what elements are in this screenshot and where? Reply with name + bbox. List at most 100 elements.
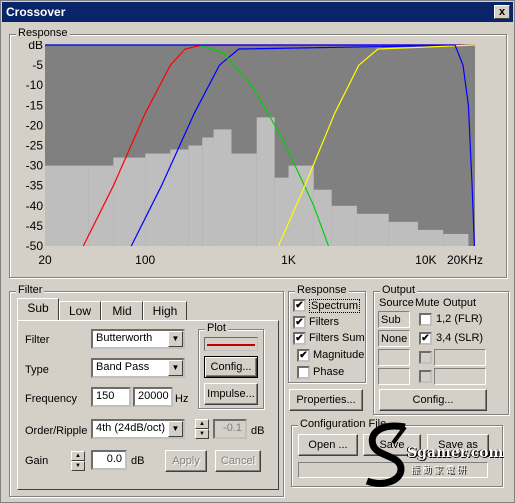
filters-label: Filters	[309, 316, 339, 328]
y-tick-label: -35	[26, 179, 44, 193]
type-select-value: Band Pass	[96, 361, 150, 373]
x-tick-label: 10K	[415, 253, 436, 267]
output-group-label: Output	[380, 284, 418, 296]
output-row-1-mute-checkbox[interactable]	[419, 313, 432, 326]
chevron-down-icon[interactable]: ▼	[168, 331, 183, 347]
filters-sum-checkbox[interactable]: ✔	[293, 332, 306, 345]
save-button[interactable]: Save	[363, 434, 421, 456]
output-row-4-source	[378, 368, 410, 385]
phase-label: Phase	[313, 366, 345, 378]
output-row-2-output-value: 3,4 (SLR)	[436, 332, 484, 344]
output-row-2-output[interactable]: 3,4 (SLR)	[434, 330, 486, 347]
gain-db-label: dB	[131, 455, 145, 467]
type-select[interactable]: Band Pass ▼	[91, 358, 185, 378]
output-row-3-mute-checkbox	[419, 351, 432, 364]
response-plot: dB -5 -10 -15 -20 -25 -30 -35 -40 -45 -50 20 100 1K 10…	[17, 38, 501, 271]
x-tick-label: 20KHz	[447, 253, 483, 267]
tab-sub[interactable]: Sub	[17, 298, 59, 320]
spectrum-bar	[45, 165, 89, 246]
config-file-group-label: Configuration File	[298, 418, 389, 430]
spectrum-bar	[274, 177, 289, 246]
impulse-button[interactable]: Impulse...	[204, 383, 258, 405]
output-row-1-source[interactable]: Sub	[378, 311, 410, 328]
title-bar: Crossover x	[2, 2, 513, 22]
output-row-1-output[interactable]: 1,2 (FLR)	[434, 311, 486, 328]
spin-up-icon[interactable]: ▲	[195, 419, 209, 429]
frequency-high-value: 20000	[138, 390, 169, 402]
spectrum-bar	[313, 189, 332, 246]
response-group-label: Response	[16, 27, 70, 39]
spectrum-bar	[331, 205, 357, 246]
spectrum-bar	[256, 117, 275, 246]
tab-mid-label: Mid	[112, 304, 132, 318]
spectrum-label: Spectrum	[309, 299, 361, 313]
frequency-low-input[interactable]: 150	[91, 387, 131, 407]
filter-select[interactable]: Butterworth ▼	[91, 329, 185, 349]
gain-input[interactable]: 0.0	[91, 450, 127, 470]
output-row-2-mute-checkbox[interactable]: ✔	[419, 332, 432, 345]
spectrum-checkbox[interactable]: ✔	[293, 299, 306, 312]
type-label: Type	[25, 364, 49, 376]
response-options-label: Response	[295, 284, 349, 296]
ripple-spinner[interactable]: ▲ ▼	[195, 419, 209, 439]
tab-high-label: High	[152, 304, 178, 318]
window-title: Crossover	[6, 5, 66, 19]
gain-label: Gain	[25, 455, 49, 467]
output-row-2-source[interactable]: None	[378, 330, 410, 347]
ripple-db-label: dB	[251, 425, 265, 437]
close-button[interactable]: x	[494, 5, 510, 19]
output-col-output: Output	[443, 297, 477, 309]
y-tick-label: -25	[26, 139, 44, 153]
y-tick-label: -50	[26, 239, 44, 253]
spin-down-icon[interactable]: ▼	[71, 461, 85, 471]
tab-low[interactable]: Low	[59, 301, 101, 321]
response-chart: dB -5 -10 -15 -20 -25 -30 -35 -40 -45 -5020 100 1K 10…	[26, 38, 483, 267]
x-tick-label: 1K	[281, 253, 296, 267]
magnitude-checkbox[interactable]: ✔	[297, 349, 310, 362]
spectrum-bar	[145, 153, 171, 246]
phase-checkbox[interactable]	[297, 366, 310, 379]
order-select[interactable]: 4th (24dB/oct) ▼	[91, 419, 185, 439]
output-row-4-mute-checkbox	[419, 370, 432, 383]
open-button[interactable]: Open ...	[298, 434, 358, 456]
filter-group-label: Filter	[16, 284, 45, 296]
frequency-low-value: 150	[96, 390, 115, 402]
y-tick-label: dB	[28, 41, 43, 52]
y-tick-label: -10	[26, 78, 44, 92]
save-as-button[interactable]: Save as	[427, 434, 489, 456]
filter-select-value: Butterworth	[96, 332, 153, 344]
cancel-button[interactable]: Cancel	[215, 450, 261, 472]
spectrum-bar	[417, 229, 444, 246]
chevron-down-icon[interactable]: ▼	[168, 421, 183, 437]
crossover-window: Crossover x Response dB -5 -10 -15 -20 -25 -30…	[0, 0, 515, 503]
spectrum-bar	[356, 213, 389, 246]
gain-spinner[interactable]: ▲ ▼	[71, 451, 85, 471]
tab-high[interactable]: High	[143, 301, 187, 321]
frequency-label: Frequency	[25, 393, 77, 405]
filter-label: Filter	[25, 334, 50, 346]
filters-sum-label: Filters Sum	[309, 332, 365, 344]
tab-mid[interactable]: Mid	[101, 301, 143, 321]
frequency-high-input[interactable]: 20000	[133, 387, 173, 407]
y-tick-label: -15	[26, 98, 44, 112]
output-row-3-source	[378, 349, 410, 366]
plot-config-button[interactable]: Config...	[204, 356, 258, 378]
spectrum-bar	[443, 233, 469, 246]
plot-color-swatch[interactable]	[204, 337, 258, 351]
properties-button[interactable]: Properties...	[289, 389, 363, 411]
gain-value: 0.0	[106, 453, 122, 465]
spectrum-bar	[202, 137, 214, 246]
filters-checkbox[interactable]: ✔	[293, 316, 306, 329]
order-select-value: 4th (24dB/oct)	[96, 422, 166, 434]
chevron-down-icon[interactable]: ▼	[168, 360, 183, 376]
order-label: Order/Ripple	[25, 425, 88, 437]
y-tick-label: -45	[26, 219, 44, 233]
spectrum-bar	[231, 153, 257, 246]
output-config-button[interactable]: Config...	[379, 389, 487, 411]
tab-sub-label: Sub	[27, 301, 49, 315]
spin-up-icon[interactable]: ▲	[71, 451, 85, 461]
output-col-source: Source	[379, 297, 414, 309]
spectrum-bar	[170, 149, 189, 246]
apply-button[interactable]: Apply	[165, 450, 207, 472]
spin-down-icon[interactable]: ▼	[195, 429, 209, 439]
